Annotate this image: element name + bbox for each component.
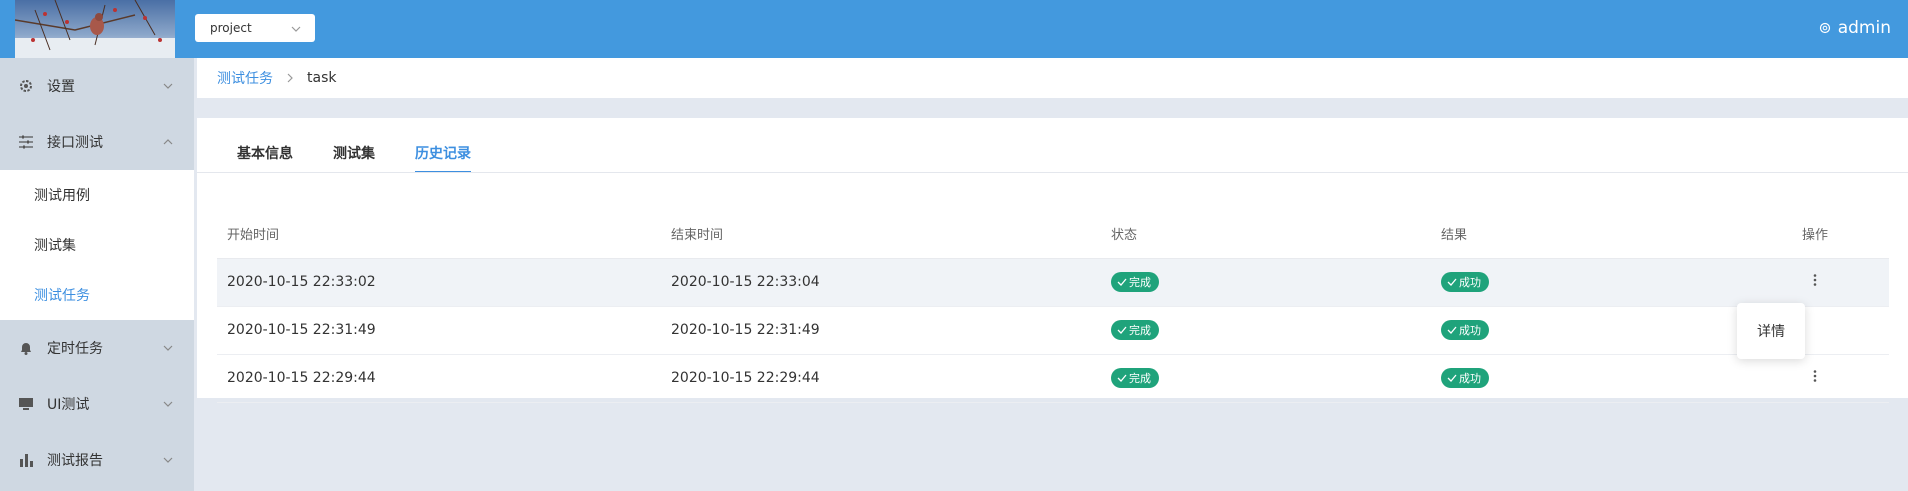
column-header-result: 结果 bbox=[1431, 210, 1741, 259]
result-badge-label: 成功 bbox=[1459, 372, 1481, 385]
cell-start-time: 2020-10-15 22:31:49 bbox=[217, 306, 661, 355]
check-icon bbox=[1117, 326, 1127, 334]
submenu-item-test-task[interactable]: 测试任务 bbox=[0, 270, 194, 320]
cell-result: 成功 bbox=[1431, 354, 1741, 403]
status-badge-label: 完成 bbox=[1129, 276, 1151, 289]
cell-end-time: 2020-10-15 22:33:04 bbox=[661, 258, 1101, 307]
breadcrumb: 测试任务 task bbox=[197, 58, 1908, 98]
column-header-actions: 操作 bbox=[1741, 210, 1889, 259]
sidebar-item-label: 定时任务 bbox=[47, 341, 103, 357]
result-badge-label: 成功 bbox=[1459, 276, 1481, 289]
check-icon bbox=[1447, 326, 1457, 334]
check-icon bbox=[1447, 278, 1457, 286]
sidebar-item-label: 测试报告 bbox=[47, 453, 103, 469]
table-header-row: 开始时间 结束时间 状态 结果 操作 bbox=[217, 210, 1889, 259]
chevron-down-icon bbox=[163, 345, 173, 351]
cell-status: 完成 bbox=[1101, 258, 1431, 307]
cell-actions bbox=[1741, 258, 1889, 307]
chevron-down-icon bbox=[163, 457, 173, 463]
cell-end-time: 2020-10-15 22:29:44 bbox=[661, 354, 1101, 403]
sidebar-item-test-report[interactable]: 测试报告 bbox=[0, 432, 194, 488]
submenu-item-test-case[interactable]: 测试用例 bbox=[0, 170, 194, 220]
cell-result: 成功 bbox=[1431, 306, 1741, 355]
check-icon bbox=[1117, 374, 1127, 382]
cell-start-time: 2020-10-15 22:29:44 bbox=[217, 354, 661, 403]
submenu-item-test-suite[interactable]: 测试集 bbox=[0, 220, 194, 270]
project-select-value: project bbox=[210, 21, 252, 35]
monitor-icon bbox=[19, 398, 33, 410]
cell-end-time: 2020-10-15 22:31:49 bbox=[661, 306, 1101, 355]
detail-menu-item[interactable]: 详情 bbox=[1737, 303, 1805, 359]
cell-actions bbox=[1741, 354, 1889, 403]
status-badge: 完成 bbox=[1111, 320, 1159, 340]
cell-status: 完成 bbox=[1101, 306, 1431, 355]
cell-status: 完成 bbox=[1101, 354, 1431, 403]
table-row[interactable]: 2020-10-15 22:33:02 2020-10-15 22:33:04 … bbox=[217, 258, 1889, 307]
username: admin bbox=[1837, 18, 1891, 38]
status-badge-label: 完成 bbox=[1129, 372, 1151, 385]
api-test-submenu: 测试用例 测试集 测试任务 bbox=[0, 170, 194, 320]
chevron-right-icon bbox=[287, 73, 293, 83]
result-badge: 成功 bbox=[1441, 272, 1489, 292]
status-badge-label: 完成 bbox=[1129, 324, 1151, 337]
status-badge: 完成 bbox=[1111, 368, 1159, 388]
chevron-down-icon bbox=[163, 83, 173, 89]
column-header-start-time: 开始时间 bbox=[217, 210, 661, 259]
bar-chart-icon bbox=[20, 454, 33, 467]
sidebar: 设置 接口测试 测试用例 测试集 测试任务 定时任务 UI测试 测试报告 bbox=[0, 58, 194, 491]
sidebar-item-label: UI测试 bbox=[47, 397, 90, 413]
sidebar-item-settings[interactable]: 设置 bbox=[0, 58, 194, 114]
result-badge: 成功 bbox=[1441, 368, 1489, 388]
sidebar-item-label: 设置 bbox=[47, 79, 75, 95]
sidebar-item-ui-test[interactable]: UI测试 bbox=[0, 376, 194, 432]
check-icon bbox=[1447, 374, 1457, 382]
chevron-up-icon bbox=[163, 139, 173, 145]
tab-bar: 基本信息 测试集 历史记录 bbox=[237, 143, 471, 173]
bell-icon bbox=[21, 343, 31, 355]
settings-icon bbox=[1819, 22, 1830, 34]
check-icon bbox=[1117, 278, 1127, 286]
breadcrumb-current: task bbox=[307, 70, 337, 86]
tab-history[interactable]: 历史记录 bbox=[415, 143, 471, 173]
gear-icon bbox=[20, 80, 32, 92]
project-select[interactable]: project bbox=[195, 14, 315, 42]
main-card: 基本信息 测试集 历史记录 开始时间 结束时间 状态 结果 操作 2020-10… bbox=[197, 118, 1908, 403]
result-badge-label: 成功 bbox=[1459, 324, 1481, 337]
sidebar-item-api-test[interactable]: 接口测试 bbox=[0, 114, 194, 170]
more-vertical-icon[interactable] bbox=[1807, 272, 1823, 288]
tab-divider bbox=[197, 172, 1908, 173]
table-row[interactable]: 2020-10-15 22:29:44 2020-10-15 22:29:44 … bbox=[217, 354, 1889, 403]
sidebar-item-scheduled-tasks[interactable]: 定时任务 bbox=[0, 320, 194, 376]
table-row[interactable]: 2020-10-15 22:31:49 2020-10-15 22:31:49 … bbox=[217, 306, 1889, 355]
sliders-icon bbox=[19, 135, 33, 149]
history-table: 开始时间 结束时间 状态 结果 操作 2020-10-15 22:33:02 2… bbox=[217, 210, 1889, 403]
tab-test-suite[interactable]: 测试集 bbox=[333, 143, 375, 173]
result-badge: 成功 bbox=[1441, 320, 1489, 340]
sidebar-item-label: 接口测试 bbox=[47, 135, 103, 151]
logo-image bbox=[15, 0, 175, 58]
chevron-down-icon bbox=[163, 401, 173, 407]
breadcrumb-link-test-task[interactable]: 测试任务 bbox=[217, 68, 273, 88]
tab-basic-info[interactable]: 基本信息 bbox=[237, 143, 293, 173]
user-menu[interactable]: admin bbox=[1818, 18, 1891, 38]
status-badge: 完成 bbox=[1111, 272, 1159, 292]
more-vertical-icon[interactable] bbox=[1807, 368, 1823, 384]
column-header-end-time: 结束时间 bbox=[661, 210, 1101, 259]
top-header: project admin bbox=[0, 0, 1908, 58]
cell-result: 成功 bbox=[1431, 258, 1741, 307]
cell-start-time: 2020-10-15 22:33:02 bbox=[217, 258, 661, 307]
column-header-status: 状态 bbox=[1101, 210, 1431, 259]
chevron-down-icon bbox=[291, 26, 301, 32]
